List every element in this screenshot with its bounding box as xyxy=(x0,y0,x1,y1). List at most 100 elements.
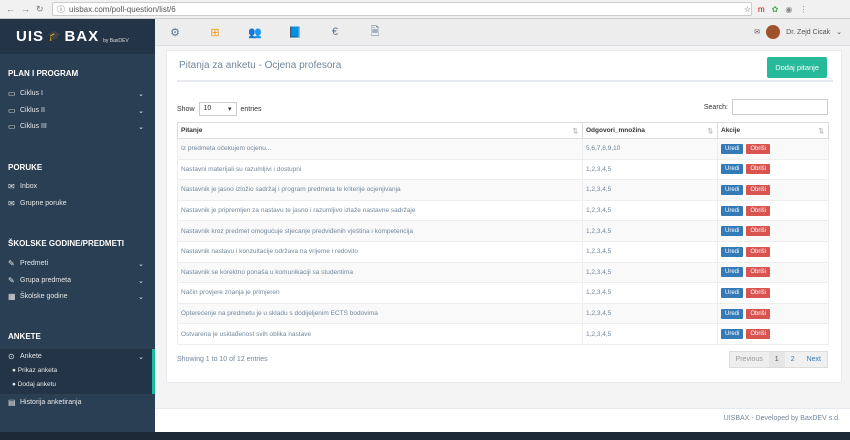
pencil-icon: ✎ xyxy=(8,259,15,268)
section-plan: PLAN I PROGRAM xyxy=(8,69,79,78)
col-odgovori[interactable]: Odgovori_množina ⇅ xyxy=(582,122,718,139)
sidebar-item-label: Školske godine xyxy=(20,293,68,300)
sidebar-item-label: Grupne poruke xyxy=(20,200,67,207)
cell-odgovori: 1,2,3,4,5 xyxy=(582,282,718,304)
section-ankete: ANKETE xyxy=(8,332,41,341)
cell-odgovori: 1,2,3,4,5 xyxy=(582,179,718,201)
delete-button[interactable]: Obriši xyxy=(746,226,771,237)
sidebar-sub-label: Prikaz anketa xyxy=(17,367,58,374)
forward-icon[interactable]: → xyxy=(21,4,30,15)
edit-button[interactable]: Uredi xyxy=(721,205,744,216)
show-label: Show xyxy=(177,105,195,113)
search-label: Search: xyxy=(703,103,728,111)
col-pitanje[interactable]: Pitanje ⇅ xyxy=(177,122,583,139)
cell-akcije: Uredi Obriši xyxy=(717,302,829,325)
prev-button[interactable]: Previous xyxy=(729,352,769,367)
sidebar-item-godine[interactable]: ▦ Školske godine ⌄ xyxy=(8,292,148,301)
sidebar-item-label: Ciklus II xyxy=(20,107,45,114)
page-2-button[interactable]: 2 xyxy=(785,352,801,367)
edit-button[interactable]: Uredi xyxy=(721,308,744,319)
delete-button[interactable]: Obriši xyxy=(746,308,771,319)
envelope-icon[interactable]: ✉ xyxy=(754,28,760,36)
edit-button[interactable]: Uredi xyxy=(721,184,744,195)
sidebar-sub-prikaz[interactable]: ● Prikaz anketa xyxy=(12,367,57,374)
sidebar-item-historija[interactable]: ▤ Historija anketiranja xyxy=(8,398,148,407)
address-bar[interactable]: ⓘ uisbax.com/poll-question/list/6 ☆ xyxy=(52,2,752,16)
book-icon[interactable]: 📘 xyxy=(275,26,315,39)
edit-button[interactable]: Uredi xyxy=(721,267,744,278)
chevron-down-icon: ⌄ xyxy=(138,107,144,115)
menu-icon[interactable]: ⋮ xyxy=(799,5,807,14)
cell-akcije: Uredi Obriši xyxy=(717,323,829,345)
delete-button[interactable]: Obriši xyxy=(746,205,771,216)
cell-pitanje: Ostvarena je usklađenost svih oblika nas… xyxy=(177,323,583,345)
sidebar-item-ciklus-1[interactable]: ▭ Ciklus I ⌄ xyxy=(8,89,148,98)
bookmark-icon[interactable]: ☆ xyxy=(744,5,751,14)
chevron-down-icon: ⌄ xyxy=(138,123,144,131)
top-nav: ⚙ ⊞ 👥 📘 € 🗎 ✉ Dr. Zejd Cicak ⌄ xyxy=(155,19,850,46)
delete-button[interactable]: Obriši xyxy=(746,184,771,195)
footer: UISBAX - Developed by BaxDEV s.d. xyxy=(155,408,850,432)
euro-icon[interactable]: € xyxy=(315,26,355,38)
edit-button[interactable]: Uredi xyxy=(721,287,744,298)
delete-button[interactable]: Obriši xyxy=(746,267,771,278)
leaf-icon[interactable]: ✿ xyxy=(772,5,779,14)
edit-button[interactable]: Uredi xyxy=(721,226,744,237)
sidebar-item-ciklus-2[interactable]: ▭ Ciklus II ⌄ xyxy=(8,106,148,115)
edit-button[interactable]: Uredi xyxy=(721,329,744,340)
next-button[interactable]: Next xyxy=(801,352,827,367)
gmail-icon[interactable]: m xyxy=(758,5,765,14)
col-label: Akcije xyxy=(721,127,741,134)
add-question-button[interactable]: Dodaj pitanje xyxy=(767,57,827,78)
users-icon[interactable]: 👥 xyxy=(235,26,275,39)
sort-icon: ⇅ xyxy=(707,128,713,135)
taskbar xyxy=(0,432,850,440)
file-icon[interactable]: 🗎 xyxy=(355,23,395,42)
search-input[interactable] xyxy=(732,99,828,115)
delete-button[interactable]: Obriši xyxy=(746,164,771,175)
user-menu[interactable]: ✉ Dr. Zejd Cicak ⌄ xyxy=(754,25,842,39)
cell-akcije: Uredi Obriši xyxy=(717,179,829,201)
sidebar-sub-dodaj[interactable]: ● Dodaj anketu xyxy=(12,381,56,388)
cogs-icon[interactable]: ⚙ xyxy=(155,26,195,39)
sidebar-item-ciklus-3[interactable]: ▭ Ciklus III ⌄ xyxy=(8,122,148,131)
toggle-icon: ▭ xyxy=(8,89,16,98)
cell-odgovori: 1,2,3,4,5 xyxy=(582,302,718,325)
edit-button[interactable]: Uredi xyxy=(721,246,744,257)
table-row: Nastavnik kroz predmet omogućuje stjecan… xyxy=(177,220,829,242)
entries-label: entries xyxy=(240,105,262,113)
sidebar-item-grupa[interactable]: ✎ Grupa predmeta ⌄ xyxy=(8,276,148,285)
sidebar-item-grupne[interactable]: ✉ Grupne poruke xyxy=(8,199,148,208)
cell-odgovori: 1,2,3,4,5 xyxy=(582,158,718,181)
content-panel: Pitanja za anketu - Ocjena profesora Dod… xyxy=(166,50,842,383)
sidebar-item-label: Ankete xyxy=(20,353,42,360)
sitemap-icon[interactable]: ⊞ xyxy=(195,26,235,39)
sidebar-item-label: Grupa predmeta xyxy=(20,277,71,284)
delete-button[interactable]: Obriši xyxy=(746,329,771,340)
col-akcije[interactable]: Akcije ⇅ xyxy=(717,122,829,139)
delete-button[interactable]: Obriši xyxy=(746,143,771,154)
sidebar-item-inbox[interactable]: ✉ Inbox xyxy=(8,182,148,191)
table-row: Nastavnik je jasno izložio sadržaj i pro… xyxy=(177,179,829,201)
extension-icon[interactable]: ◉ xyxy=(785,5,792,14)
toggle-icon: ▭ xyxy=(8,106,16,115)
info-icon: ⓘ xyxy=(57,4,65,14)
delete-button[interactable]: Obriši xyxy=(746,287,771,298)
entries-select[interactable]: 10 ▾ xyxy=(198,102,237,116)
cell-odgovori: 1,2,3,4,5 xyxy=(582,220,718,242)
edit-button[interactable]: Uredi xyxy=(721,143,744,154)
back-icon[interactable]: ← xyxy=(6,4,15,15)
reload-icon[interactable]: ↻ xyxy=(36,4,44,15)
cell-akcije: Uredi Obriši xyxy=(717,282,829,304)
sidebar-item-predmeti[interactable]: ✎ Predmeti ⌄ xyxy=(8,259,148,268)
title-divider xyxy=(177,80,833,82)
cell-odgovori: 1,2,3,4,5 xyxy=(582,199,718,222)
browser-nav: ← → ↻ xyxy=(0,4,48,15)
logo[interactable]: UIS 🎓 BAX by BaxDEV xyxy=(0,19,155,54)
cell-akcije: Uredi Obriši xyxy=(717,240,829,263)
delete-button[interactable]: Obriši xyxy=(746,246,771,257)
cell-pitanje: Iz predmeta očekujem ocjenu... xyxy=(177,138,583,160)
page-1-button[interactable]: 1 xyxy=(768,352,785,367)
sidebar-item-ankete[interactable]: ⊙ Ankete ⌄ xyxy=(8,352,148,361)
edit-button[interactable]: Uredi xyxy=(721,164,744,175)
